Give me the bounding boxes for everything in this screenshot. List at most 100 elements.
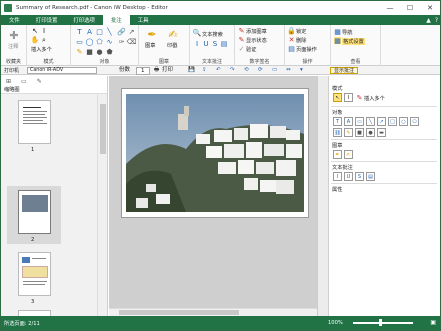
seal-panel-icon[interactable]: ✍ bbox=[344, 150, 353, 159]
obj-line-icon[interactable]: ╲ bbox=[366, 117, 375, 126]
printer-select[interactable]: Canon iR-ADV bbox=[27, 67, 97, 74]
delete-button[interactable]: 删除 bbox=[296, 37, 306, 44]
obj-filled-polygon-icon[interactable]: ▬ bbox=[377, 128, 386, 137]
highlight-icon[interactable]: I bbox=[193, 40, 201, 48]
underline-icon[interactable]: U bbox=[202, 40, 210, 48]
polyline-icon[interactable]: ∿ bbox=[105, 37, 114, 46]
text-search-button[interactable]: 文本搜索 bbox=[202, 31, 223, 38]
obj-marker-icon[interactable]: ✎ bbox=[344, 128, 353, 137]
callout-icon[interactable]: □ bbox=[95, 27, 104, 36]
thumbnail-page-3[interactable] bbox=[18, 252, 51, 296]
text-select-icon[interactable]: I bbox=[40, 27, 48, 35]
tab-print-options[interactable]: 打印选项 bbox=[65, 15, 103, 25]
delete-icon[interactable]: ✕ bbox=[288, 36, 295, 44]
pen-icon[interactable]: ✑ bbox=[117, 37, 126, 46]
add-signature-icon[interactable]: ✎ bbox=[238, 27, 245, 35]
page-operations-icon[interactable]: ▤ bbox=[288, 45, 295, 53]
thumbnail-page-1[interactable] bbox=[18, 100, 51, 144]
obj-link-icon[interactable]: ⛓ bbox=[333, 128, 342, 137]
marker-icon[interactable]: ✎ bbox=[75, 47, 84, 56]
close-button[interactable]: ✕ bbox=[420, 1, 440, 15]
print-button[interactable]: 打印 bbox=[162, 66, 173, 75]
format-settings-button[interactable]: 格式设置 bbox=[342, 38, 365, 45]
select-icon[interactable]: ↖ bbox=[31, 27, 39, 35]
stamp-button[interactable]: 图章 bbox=[145, 42, 155, 49]
polygon-icon[interactable]: ⬠ bbox=[95, 37, 104, 46]
zoom-slider-knob[interactable] bbox=[379, 319, 382, 326]
redo-icon[interactable]: ↷ bbox=[230, 66, 235, 75]
printer-icon[interactable]: 🖶 bbox=[154, 66, 159, 75]
copies-input[interactable]: 1 bbox=[136, 67, 150, 75]
add-signature-button[interactable]: 添加图章 bbox=[246, 28, 267, 35]
obj-callout-icon[interactable]: ▭ bbox=[355, 117, 364, 126]
insert-multiple-label[interactable]: 插入多个 bbox=[364, 95, 385, 102]
fit-width-icon[interactable]: ⇔ bbox=[286, 66, 291, 75]
lock-button[interactable]: 锁定 bbox=[296, 28, 306, 35]
stamp-panel-icon[interactable]: ✒ bbox=[333, 150, 342, 159]
tab-annotation[interactable]: 批注 bbox=[102, 15, 130, 25]
maximize-button[interactable]: ☐ bbox=[400, 1, 420, 15]
rotate-right-icon[interactable]: ⟳ bbox=[258, 66, 263, 75]
fit-page-status-icon[interactable]: ▣ bbox=[430, 319, 436, 326]
page-view-icon[interactable]: ▭ bbox=[21, 78, 27, 85]
hand-icon[interactable]: ✋ bbox=[31, 36, 40, 44]
fit-page-icon[interactable]: ▭ bbox=[272, 66, 277, 75]
filled-rect-icon[interactable]: ■ bbox=[85, 47, 94, 56]
ellipse-icon[interactable]: ◯ bbox=[85, 37, 94, 46]
insert-multiple-icon[interactable]: ✎ bbox=[356, 94, 363, 102]
display-status-icon[interactable]: ✎ bbox=[238, 36, 245, 44]
document-horizontal-scrollbar[interactable] bbox=[109, 308, 317, 316]
page-operations-button[interactable]: 页面操作 bbox=[296, 46, 317, 53]
insert-multiple-button[interactable]: 插入多个 bbox=[31, 46, 52, 53]
help-icon[interactable]: ? bbox=[435, 17, 438, 24]
obj-polygon-icon[interactable]: ⬠ bbox=[410, 117, 419, 126]
obj-ellipse-icon[interactable]: ○ bbox=[399, 117, 408, 126]
show-annotations-toggle[interactable]: 显示批注 bbox=[330, 67, 359, 74]
tab-print-settings[interactable]: 打印设置 bbox=[28, 15, 66, 25]
register-icon[interactable]: ✚ bbox=[7, 28, 21, 42]
tab-tools[interactable]: 工具 bbox=[130, 15, 157, 25]
zoom-icon[interactable]: ⌕ bbox=[40, 36, 48, 44]
stamp-icon[interactable]: ✒ bbox=[145, 27, 159, 41]
verify-button[interactable]: 验证 bbox=[246, 46, 256, 53]
obj-text-a-icon[interactable]: A bbox=[344, 117, 353, 126]
thumbnail-page-2[interactable] bbox=[18, 190, 51, 234]
strikeout-icon[interactable]: S bbox=[211, 40, 219, 48]
annot-note-icon[interactable]: ▤ bbox=[366, 172, 375, 181]
annot-underline-icon[interactable]: U bbox=[344, 172, 353, 181]
rectangle-icon[interactable]: ▭ bbox=[75, 37, 84, 46]
save-icon[interactable]: 💾 bbox=[188, 66, 195, 75]
obj-text-icon[interactable]: T bbox=[333, 117, 342, 126]
eraser-icon[interactable]: ⌫ bbox=[127, 37, 137, 46]
customize-icon[interactable]: ▾ bbox=[300, 66, 303, 75]
filled-ellipse-icon[interactable]: ● bbox=[95, 47, 104, 56]
document-vertical-scrollbar[interactable] bbox=[317, 76, 328, 316]
document-canvas[interactable] bbox=[109, 76, 317, 316]
line-icon[interactable]: ╲ bbox=[105, 27, 114, 36]
navigation-icon[interactable]: ▦ bbox=[334, 28, 341, 36]
lock-icon[interactable]: 🔒 bbox=[287, 27, 296, 35]
obj-filled-rect-icon[interactable]: ■ bbox=[355, 128, 364, 137]
text-search-icon[interactable]: 🔍 bbox=[193, 29, 202, 37]
seal-button[interactable]: 印戳 bbox=[167, 42, 177, 49]
minimize-button[interactable]: — bbox=[380, 1, 400, 15]
annot-strikeout-icon[interactable]: S bbox=[355, 172, 364, 181]
collapse-ribbon-icon[interactable]: ▲ bbox=[426, 17, 431, 24]
undo-icon[interactable]: ↶ bbox=[216, 66, 221, 75]
annot-highlight-icon[interactable]: I bbox=[333, 172, 342, 181]
link-icon[interactable]: 🔗 bbox=[117, 27, 126, 36]
format-settings-icon[interactable]: ▦ bbox=[334, 37, 341, 45]
export-icon[interactable]: ⇪ bbox=[202, 66, 207, 75]
arrow-icon[interactable]: ↗ bbox=[127, 27, 136, 36]
obj-rectangle-icon[interactable]: □ bbox=[388, 117, 397, 126]
verify-icon[interactable]: ✓ bbox=[238, 45, 245, 53]
obj-filled-ellipse-icon[interactable]: ● bbox=[366, 128, 375, 137]
text-mode-icon[interactable]: I bbox=[344, 93, 353, 102]
obj-arrow-icon[interactable]: ↗ bbox=[377, 117, 386, 126]
select-mode-icon[interactable]: ↖ bbox=[333, 93, 342, 102]
note-icon[interactable]: ▤ bbox=[220, 40, 228, 48]
tab-file[interactable]: 文件 bbox=[1, 15, 28, 25]
annotation-view-icon[interactable]: ✎ bbox=[37, 78, 42, 85]
text-a-icon[interactable]: A bbox=[85, 27, 94, 36]
thumbnail-scrollbar[interactable] bbox=[97, 94, 107, 316]
